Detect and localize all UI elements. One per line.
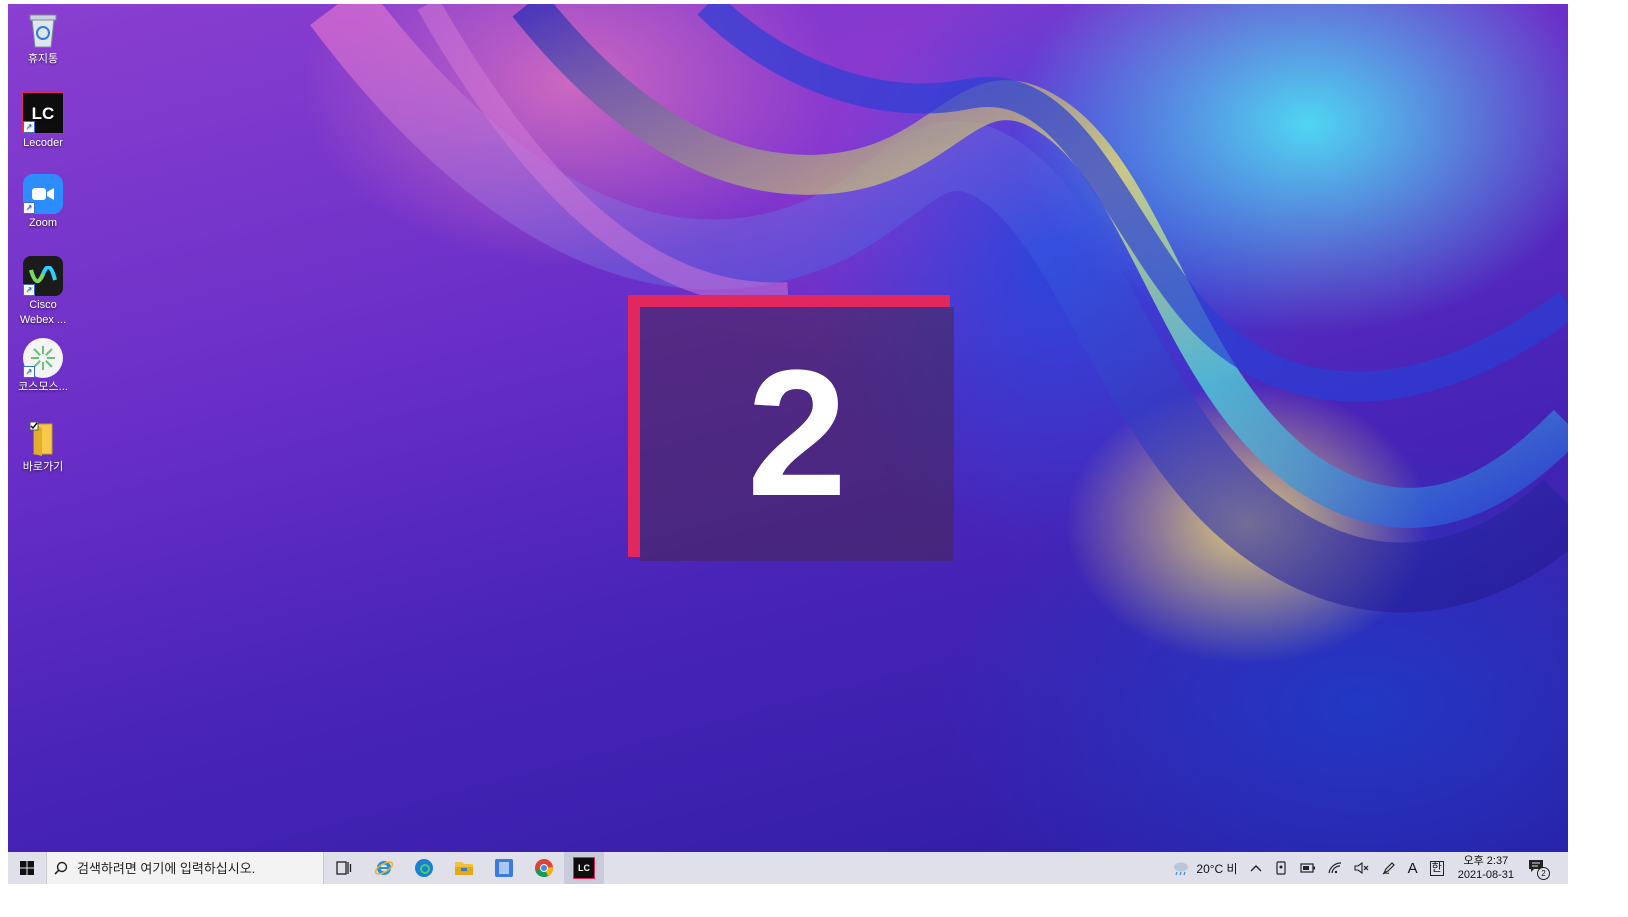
ime-language-indicator[interactable]: 한 xyxy=(1424,852,1450,884)
lecoder-badge: LC xyxy=(31,103,55,123)
lecoder-badge: LC xyxy=(578,863,590,873)
weather-text: 20°C 비 xyxy=(1196,861,1238,876)
edge-icon xyxy=(415,859,433,877)
pen-menu-button[interactable] xyxy=(1376,852,1402,884)
clock-date: 2021-08-31 xyxy=(1457,869,1514,881)
taskbar-app-chrome[interactable] xyxy=(524,852,564,884)
ime-mode-indicator[interactable]: A xyxy=(1402,852,1424,884)
search-input[interactable] xyxy=(75,859,309,877)
wifi-icon xyxy=(1327,862,1341,874)
notification-count-badge: 2 xyxy=(1537,867,1550,880)
shortcut-arrow-icon: ↗ xyxy=(23,366,35,378)
desktop-icon-cosmos[interactable]: ↗ 코스모스... xyxy=(12,338,74,395)
taskbar-clock[interactable]: 오후 2:37 2021-08-31 xyxy=(1450,852,1522,884)
search-icon xyxy=(47,861,75,875)
windows-logo-icon xyxy=(20,861,34,875)
icon-label: Lecoder xyxy=(23,137,63,149)
start-button[interactable] xyxy=(8,852,46,884)
shortcut-arrow-icon: ↗ xyxy=(23,284,35,296)
meet-now-button[interactable] xyxy=(1268,852,1294,884)
task-view-button[interactable] xyxy=(324,852,364,884)
taskbar-app-file-explorer[interactable] xyxy=(444,852,484,884)
desktop-icon-recycle-bin[interactable]: 휴지통 xyxy=(12,10,74,67)
taskbar-app-lecoder[interactable]: LC xyxy=(564,852,604,884)
desktop-icon-webex[interactable]: ↗ Cisco Webex ... xyxy=(12,256,74,328)
icon-label: Zoom xyxy=(28,217,58,229)
cosmos-icon: ↗ xyxy=(23,338,63,378)
icon-label: Cisco Webex ... xyxy=(19,299,67,326)
indicator-frame-top xyxy=(628,295,950,307)
virtual-desktop-number: 2 xyxy=(746,333,848,534)
webex-icon: ↗ xyxy=(23,256,63,296)
chevron-up-icon xyxy=(1250,865,1262,872)
taskbar-app-internet-explorer[interactable] xyxy=(364,852,404,884)
system-tray: 20°C 비 A 한 오후 2:37 2021-08-31 2 xyxy=(1166,852,1568,884)
indicator-frame-left xyxy=(628,295,640,557)
chrome-icon xyxy=(535,859,554,877)
rain-cloud-icon xyxy=(1174,862,1189,876)
battery-icon xyxy=(1299,863,1315,873)
virtual-desktop-panel: 2 xyxy=(640,307,954,561)
pen-icon xyxy=(1382,862,1395,875)
lecoder-icon: LC ↗ xyxy=(22,92,64,134)
recycle-bin-icon xyxy=(23,10,63,50)
clock-time: 오후 2:37 xyxy=(1463,855,1509,867)
notification-center-button[interactable]: 2 xyxy=(1522,852,1568,884)
desktop: 휴지통 LC ↗ Lecoder ↗ Zoom ↗ Cisco Webex ..… xyxy=(8,4,1568,852)
zoom-icon: ↗ xyxy=(23,174,63,214)
network-indicator[interactable] xyxy=(1322,852,1348,884)
taskbar-app-blue[interactable] xyxy=(484,852,524,884)
meet-now-icon xyxy=(1275,861,1286,875)
desktop-icon-zoom[interactable]: ↗ Zoom xyxy=(12,174,74,231)
ime-language-text: 한 xyxy=(1429,860,1444,876)
folder-icon xyxy=(23,418,63,458)
taskbar: LC 20°C 비 A 한 오후 2:37 xyxy=(8,852,1568,884)
blue-app-icon xyxy=(495,859,513,877)
desktop-icon-shortcut-folder[interactable]: 바로가기 xyxy=(12,418,74,475)
icon-label: 바로가기 xyxy=(22,461,64,473)
icon-label: 휴지통 xyxy=(27,53,59,65)
taskbar-app-edge[interactable] xyxy=(404,852,444,884)
volume-control[interactable] xyxy=(1348,852,1376,884)
icon-label: 코스모스... xyxy=(18,381,68,393)
volume-muted-icon xyxy=(1354,862,1369,874)
file-explorer-icon xyxy=(455,862,473,875)
shortcut-arrow-icon: ↗ xyxy=(23,121,35,133)
internet-explorer-icon xyxy=(374,861,394,875)
weather-widget[interactable]: 20°C 비 xyxy=(1166,852,1243,884)
shortcut-arrow-icon: ↗ xyxy=(23,202,35,214)
desktop-icon-lecoder[interactable]: LC ↗ Lecoder xyxy=(12,92,74,151)
notification-icon: 2 xyxy=(1528,859,1550,880)
virtual-desktop-indicator: 2 xyxy=(628,295,954,561)
show-hidden-icons-button[interactable] xyxy=(1244,852,1268,884)
battery-indicator[interactable] xyxy=(1294,852,1322,884)
task-view-icon xyxy=(336,861,352,875)
lecoder-icon: LC xyxy=(573,857,595,879)
taskbar-search-box[interactable] xyxy=(46,852,324,884)
